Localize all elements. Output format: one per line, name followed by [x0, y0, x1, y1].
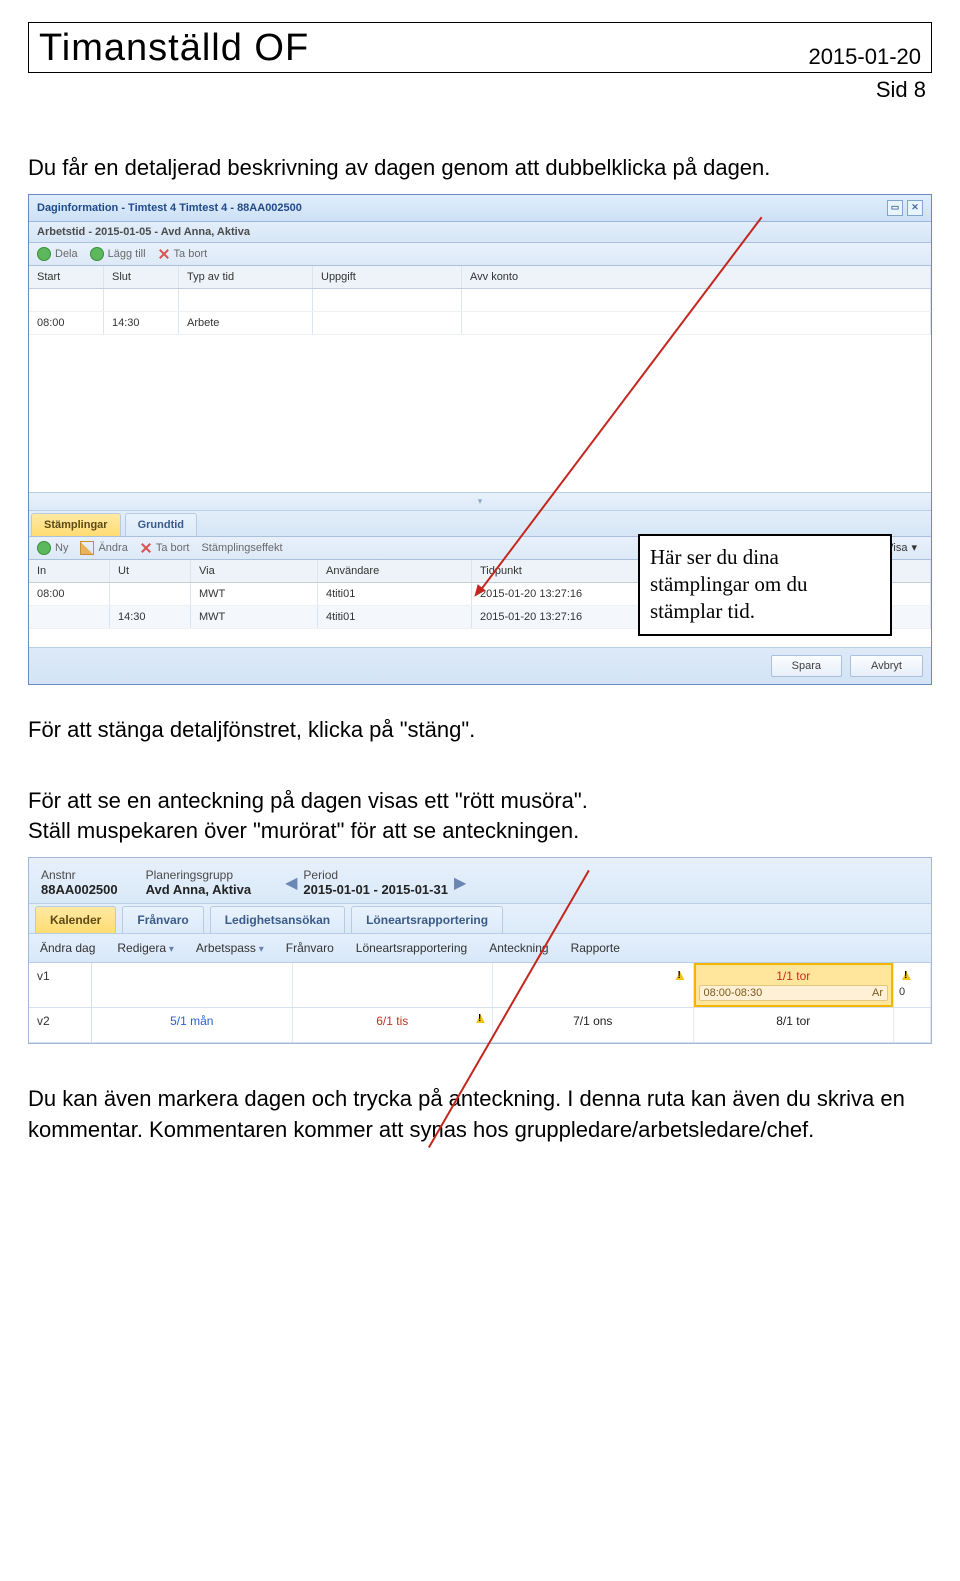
- tab-loneart[interactable]: Löneartsrapportering: [351, 906, 503, 933]
- cal-cell[interactable]: 8/1 tor: [694, 1008, 895, 1042]
- grid1-empty-row[interactable]: [29, 289, 931, 312]
- cal-cell-selected[interactable]: 1/1 tor 08:00-08:30Ar: [694, 963, 895, 1007]
- tab-ledighet[interactable]: Ledighetsansökan: [210, 906, 345, 933]
- grid1-body: 08:00 14:30 Arbete: [29, 289, 931, 357]
- panel-wrap: Daginformation - Timtest 4 Timtest 4 - 8…: [28, 194, 932, 685]
- week-label: v2: [29, 1008, 92, 1042]
- doc-title: Timanställd OF: [39, 27, 309, 70]
- menu-arbetspass[interactable]: Arbetspass: [185, 934, 275, 962]
- text-murorat: Ställ muspekaren över "murörat" för att …: [28, 816, 932, 847]
- avbryt-button[interactable]: Avbryt: [850, 655, 923, 677]
- col-in[interactable]: In: [29, 560, 110, 582]
- pencil-icon: [80, 541, 94, 555]
- stamplingseffekt-button[interactable]: Stämplingseffekt: [201, 542, 282, 554]
- spara-button[interactable]: Spara: [771, 655, 842, 677]
- text-stang: För att stänga detaljfönstret, klicka på…: [28, 715, 932, 746]
- toolbar-arbetstid: Dela Lägg till Ta bort: [29, 243, 931, 266]
- menu-rapportera[interactable]: Rapporte: [560, 934, 631, 962]
- cal-cell[interactable]: 7/1 ons: [493, 1008, 694, 1042]
- maximize-icon[interactable]: ▭: [887, 200, 903, 216]
- col-via[interactable]: Via: [191, 560, 318, 582]
- field-row: Anstnr 88AA002500 Planeringsgrupp Avd An…: [29, 858, 931, 904]
- plus-icon: [37, 541, 51, 555]
- warning-icon: [473, 1012, 488, 1026]
- col-start[interactable]: Start: [29, 266, 104, 288]
- next-period-button[interactable]: ▶: [448, 873, 472, 893]
- tabort-button[interactable]: Ta bort: [158, 248, 208, 260]
- x-icon: [158, 248, 170, 260]
- splitter-handle[interactable]: ▾: [29, 492, 931, 511]
- col-ut[interactable]: Ut: [110, 560, 191, 582]
- cal-row-v1: v1 1/1 tor 08:00-08:30Ar 0: [29, 963, 931, 1008]
- x-icon: [140, 542, 152, 554]
- menu-franvaro[interactable]: Frånvaro: [275, 934, 345, 962]
- panel-subtitle: Arbetstid - 2015-01-05 - Avd Anna, Aktiv…: [29, 222, 931, 243]
- laggtill-button[interactable]: Lägg till: [90, 247, 146, 261]
- tab-franvaro[interactable]: Frånvaro: [122, 906, 203, 933]
- ny-button[interactable]: Ny: [37, 541, 68, 555]
- anstnr-field: Anstnr 88AA002500: [41, 868, 118, 897]
- week-label: v1: [29, 963, 92, 1007]
- tab-grundtid[interactable]: Grundtid: [125, 513, 197, 536]
- menu-redigera[interactable]: Redigera: [106, 934, 185, 962]
- grid1-row[interactable]: 08:00 14:30 Arbete: [29, 312, 931, 335]
- tabort2-button[interactable]: Ta bort: [140, 542, 190, 554]
- cal-cell[interactable]: [92, 963, 293, 1007]
- cal-cell[interactable]: 5/1 mån: [92, 1008, 293, 1042]
- panel2-wrap: Anstnr 88AA002500 Planeringsgrupp Avd An…: [28, 857, 932, 1044]
- close-icon[interactable]: ✕: [907, 200, 923, 216]
- plgrp-field: Planeringsgrupp Avd Anna, Aktiva: [146, 868, 251, 897]
- cal-row-v2: v2 5/1 mån 6/1 tis 7/1 ons 8/1 tor: [29, 1008, 931, 1043]
- document-header: Timanställd OF 2015-01-20: [28, 22, 932, 73]
- plus-icon: [90, 247, 104, 261]
- col-anvandare[interactable]: Användare: [318, 560, 472, 582]
- menu-andradag[interactable]: Ändra dag: [29, 934, 106, 962]
- warning-icon: [899, 969, 914, 983]
- time-bar: 08:00-08:30Ar: [699, 985, 889, 1001]
- col-slut[interactable]: Slut: [104, 266, 179, 288]
- cal-cell[interactable]: [293, 963, 494, 1007]
- tab-stamplingar[interactable]: Stämplingar: [31, 513, 121, 536]
- col-uppgift[interactable]: Uppgift: [313, 266, 462, 288]
- grid1-header: Start Slut Typ av tid Uppgift Avv konto: [29, 266, 931, 289]
- doc-date: 2015-01-20: [808, 44, 921, 70]
- calendar-menu: Ändra dag Redigera Arbetspass Frånvaro L…: [29, 934, 931, 963]
- callout-box: Här ser du dina stämplingar om du stämpl…: [638, 534, 892, 636]
- doc-page-number: Sid 8: [28, 77, 926, 103]
- cal-cell[interactable]: [894, 1008, 931, 1042]
- dela-button[interactable]: Dela: [37, 247, 78, 261]
- text-anteckning: Du kan även markera dagen och trycka på …: [28, 1084, 932, 1146]
- prev-period-button[interactable]: ◀: [279, 873, 303, 893]
- panel-titlebar: Daginformation - Timtest 4 Timtest 4 - 8…: [29, 195, 931, 222]
- menu-loneart[interactable]: Löneartsrapportering: [345, 934, 478, 962]
- period-field: Period 2015-01-01 - 2015-01-31: [303, 868, 448, 897]
- andra-button[interactable]: Ändra: [80, 541, 127, 555]
- plus-icon: [37, 247, 51, 261]
- text-musora: För att se en anteckning på dagen visas …: [28, 786, 932, 817]
- cal-cell[interactable]: 0: [894, 963, 931, 1007]
- tab-kalender[interactable]: Kalender: [35, 906, 116, 933]
- calendar-panel: Anstnr 88AA002500 Planeringsgrupp Avd An…: [28, 857, 932, 1044]
- warning-icon: [673, 969, 688, 983]
- cal-cell[interactable]: 6/1 tis: [293, 1008, 494, 1042]
- main-tabs: Kalender Frånvaro Ledighetsansökan Lönea…: [29, 904, 931, 934]
- panel-title: Daginformation - Timtest 4 Timtest 4 - 8…: [37, 202, 302, 214]
- intro-text: Du får en detaljerad beskrivning av dage…: [28, 153, 932, 184]
- col-avvkonto[interactable]: Avv konto: [462, 266, 931, 288]
- panel-footer: Spara Avbryt: [29, 647, 931, 684]
- col-typ[interactable]: Typ av tid: [179, 266, 313, 288]
